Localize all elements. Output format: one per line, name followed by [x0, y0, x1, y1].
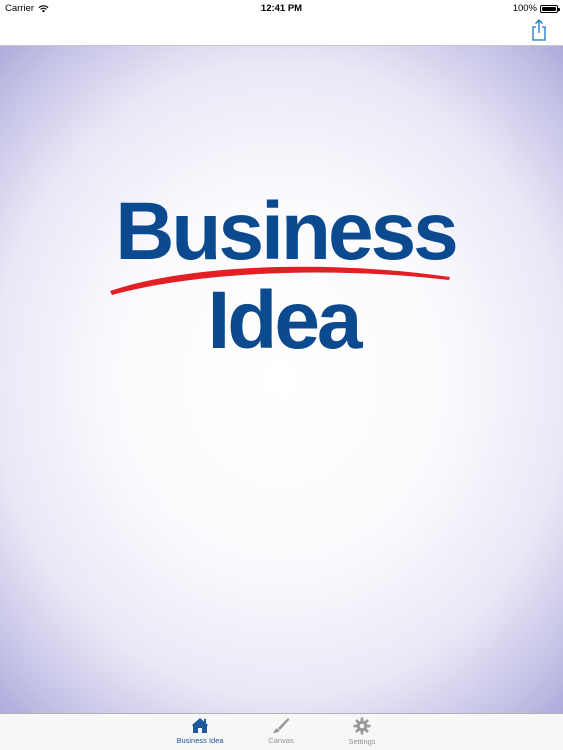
battery-icon — [540, 4, 560, 13]
status-right: 100% — [512, 3, 560, 14]
status-bar: Carrier 12:41 PM 100% — [0, 0, 563, 16]
tab-bar: Business Idea Canvas Settings — [0, 713, 563, 750]
status-time: 12:41 PM — [260, 3, 303, 14]
tab-label-business-idea: Business Idea — [176, 736, 224, 745]
gear-icon — [353, 717, 371, 735]
brush-icon — [273, 718, 290, 733]
share-icon — [532, 19, 546, 41]
logo-swoosh — [110, 266, 450, 295]
share-button[interactable] — [529, 18, 549, 42]
battery-percent: 100% — [512, 3, 537, 14]
tab-label-canvas: Canvas — [268, 736, 294, 745]
business-idea-logo: Business Idea — [0, 46, 563, 713]
home-icon — [191, 718, 209, 733]
main-content: Business Idea — [0, 46, 563, 713]
navigation-bar — [0, 16, 563, 46]
tab-canvas[interactable]: Canvas — [246, 716, 316, 750]
tab-business-idea[interactable]: Business Idea — [165, 716, 235, 750]
tab-label-settings: Settings — [348, 737, 376, 746]
logo-word-idea: Idea — [207, 275, 362, 366]
tab-settings[interactable]: Settings — [327, 716, 397, 750]
logo-word-business: Business — [115, 186, 459, 277]
battery-level-fill — [542, 6, 556, 11]
